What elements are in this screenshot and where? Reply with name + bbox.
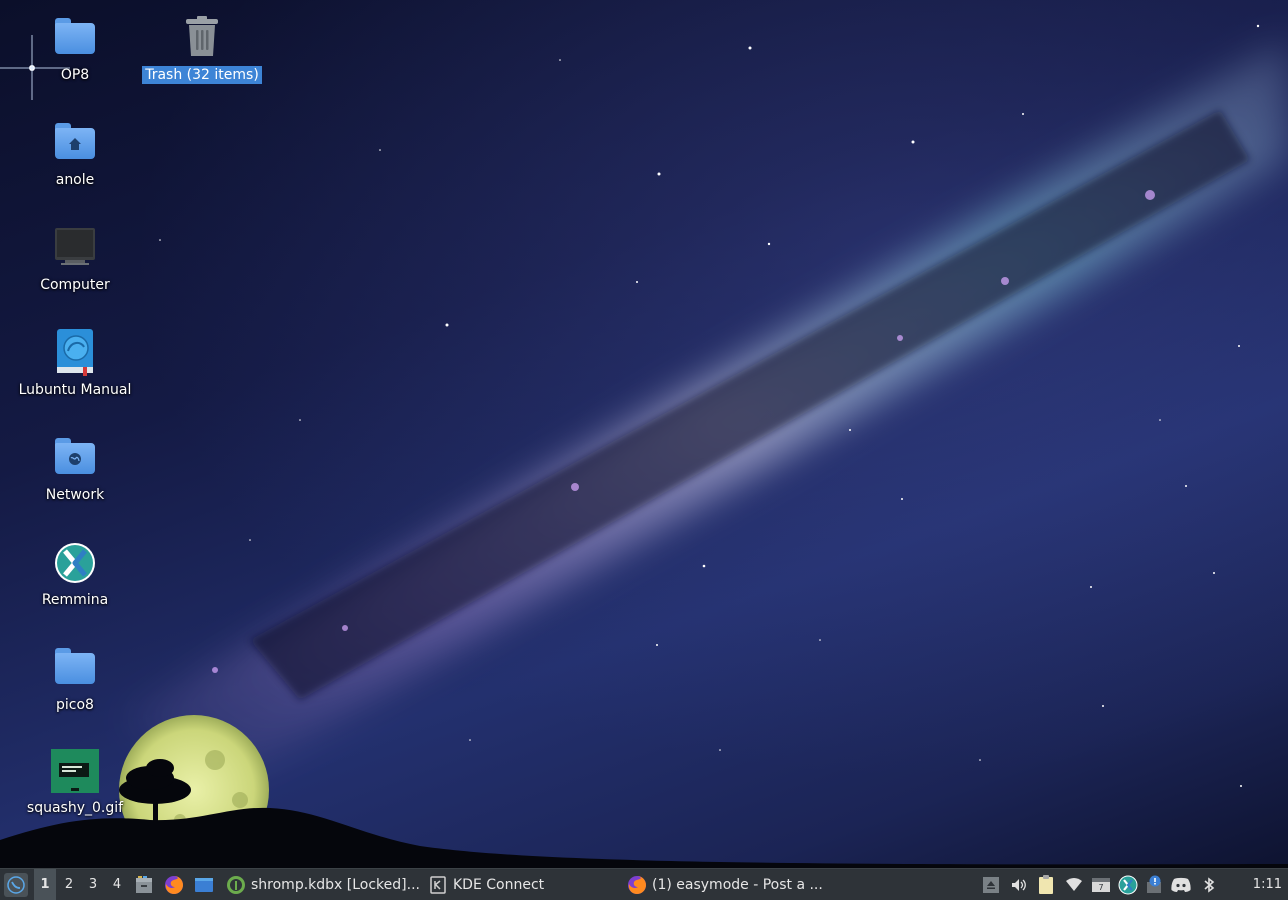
desktop-icon-label: Computer (40, 277, 110, 293)
desktop-icon-label: Network (45, 487, 105, 503)
firefox-icon (627, 875, 647, 895)
svg-text:7: 7 (1098, 883, 1103, 892)
workspace-3[interactable]: 3 (82, 869, 104, 900)
application-menu-button[interactable] (3, 869, 29, 900)
desktop-icon-label: squashy_0.gif (26, 800, 124, 816)
desktop-icon-anole[interactable]: anole (15, 119, 135, 189)
desktop-icon-label: Lubuntu Manual (18, 382, 132, 398)
desktop-icon-pico8[interactable]: pico8 (15, 644, 135, 714)
remmina-icon (51, 539, 99, 587)
eject-icon (983, 876, 999, 893)
tray-discord[interactable] (1168, 869, 1194, 900)
discord-icon (1171, 877, 1191, 892)
tray-update-notifier[interactable] (1141, 869, 1167, 900)
desktop-icon-label: pico8 (56, 697, 94, 713)
task-keepassxc[interactable]: shromp.kdbx [Locked]... (222, 869, 424, 900)
folder-icon (51, 644, 99, 692)
lubuntu-menu-icon (4, 872, 28, 897)
desktop-icon-network[interactable]: Network (15, 434, 135, 504)
home-folder-icon (51, 119, 99, 167)
calendar-icon: 7 (1092, 877, 1110, 892)
remmina-tray-icon (1118, 875, 1138, 894)
task-label: shromp.kdbx [Locked]... (251, 876, 420, 893)
bluetooth-icon (1204, 876, 1215, 893)
tray-wifi[interactable] (1061, 869, 1087, 900)
workspace-1[interactable]: 1 (34, 869, 56, 900)
task-kde-connect[interactable]: KDE Connect (424, 869, 548, 900)
update-notifier-icon (1147, 875, 1161, 893)
desktop-icon-label: Trash (32 items) (142, 66, 262, 84)
desktop-icon-op8[interactable]: OP8 (15, 14, 135, 84)
desktop-icon-remmina[interactable]: Remmina (15, 539, 135, 609)
kde-connect-icon (428, 875, 448, 895)
folder-icon (51, 14, 99, 62)
tray-eject[interactable] (978, 869, 1004, 900)
task-label: KDE Connect (453, 876, 545, 893)
task-label: (1) easymode - Post a ... (652, 876, 823, 893)
wifi-icon (1066, 877, 1082, 891)
computer-icon (51, 224, 99, 272)
firefox-icon (165, 875, 183, 894)
tray-remmina[interactable] (1115, 869, 1141, 900)
desktop-icon-label: anole (55, 172, 95, 188)
trash-icon (178, 14, 226, 62)
wallpaper-milky-way (0, 24, 1288, 868)
desktop-icon-squashy-gif[interactable]: squashy_0.gif (15, 747, 135, 817)
tray-clipboard[interactable] (1033, 869, 1059, 900)
taskbar: 1 2 3 4 shromp.kdbx [Locked]... KDE Conn… (0, 868, 1288, 900)
file-manager-icon (136, 875, 152, 893)
volume-icon (1012, 878, 1026, 891)
task-firefox-easymode[interactable]: (1) easymode - Post a ... (623, 869, 827, 900)
keepassxc-icon (226, 875, 246, 895)
launcher-firefox[interactable] (161, 869, 187, 900)
desktop-icon-computer[interactable]: Computer (15, 224, 135, 294)
image-thumbnail-icon (51, 747, 99, 795)
manual-book-icon (51, 329, 99, 377)
launcher-file-manager[interactable] (131, 869, 157, 900)
launcher-show-desktop[interactable] (191, 869, 217, 900)
network-folder-icon (51, 434, 99, 482)
workspace-4[interactable]: 4 (106, 869, 128, 900)
tray-bluetooth[interactable] (1196, 869, 1222, 900)
desktop-icon-lubuntu-manual[interactable]: Lubuntu Manual (15, 329, 135, 399)
desktop-icon-label: Remmina (41, 592, 109, 608)
tray-calendar[interactable]: 7 (1088, 869, 1114, 900)
desktop-icon-label: OP8 (60, 67, 90, 83)
show-desktop-icon (195, 877, 213, 892)
clock[interactable]: 1:11 (1253, 869, 1282, 900)
clipboard-icon (1039, 874, 1053, 894)
tray-volume[interactable] (1006, 869, 1032, 900)
desktop-icon-trash[interactable]: Trash (32 items) (142, 14, 262, 84)
desktop[interactable]: OP8 Trash (32 items) anole Computer Lubu… (0, 0, 1288, 868)
workspace-2[interactable]: 2 (58, 869, 80, 900)
